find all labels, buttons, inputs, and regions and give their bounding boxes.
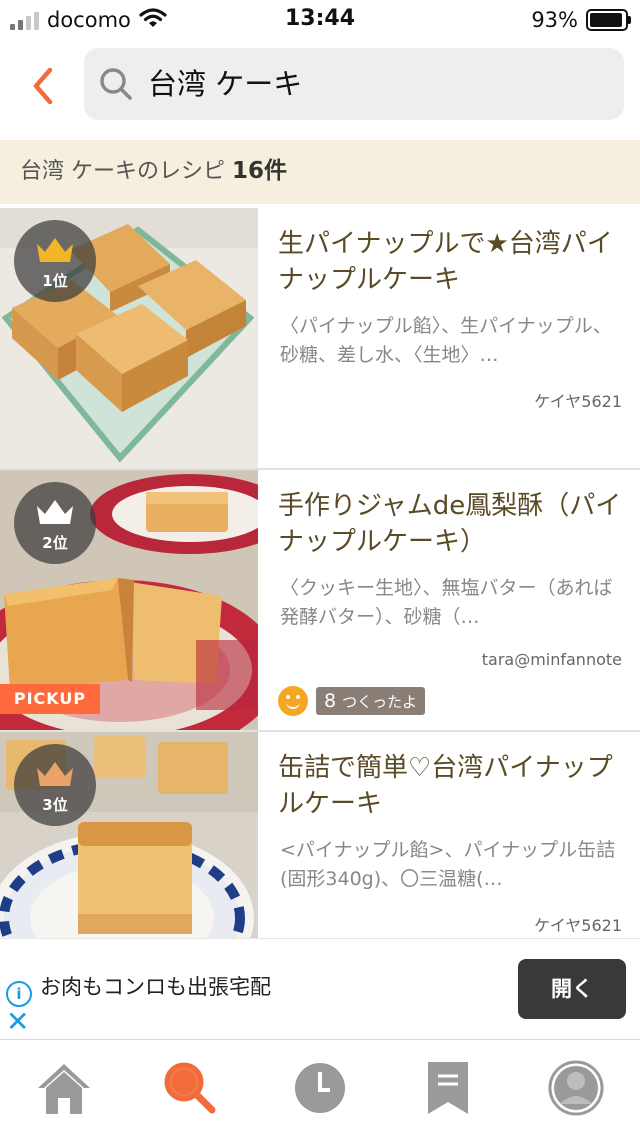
ad-banner[interactable]: i ✕ お肉もコンロも出張宅配 開く [0,938,640,1040]
recipe-list: 1位 生パイナップルで★台湾パイナップルケーキ 〈パイナップル餡〉、生パイナップ… [0,208,640,994]
recipe-title[interactable]: 手作りジャムde鳳梨酥（パイナップルケーキ） [278,488,626,560]
tab-history[interactable] [290,1058,350,1118]
search-icon [164,1062,216,1114]
rank-badge: 3位 [14,744,96,826]
result-count-bar: 台湾 ケーキのレシピ 16件 [0,140,640,204]
rank-badge: 2位 [14,482,96,564]
tsukuretayo-label: つくったよ [342,693,418,711]
search-header: 台湾 ケーキ [0,40,640,140]
bookmark-icon [428,1062,468,1114]
recipe-item[interactable]: 1位 生パイナップルで★台湾パイナップルケーキ 〈パイナップル餡〉、生パイナップ… [0,208,640,470]
smile-icon [278,686,308,716]
status-bar: docomo 13:44 93% [0,0,640,40]
battery-status: 93% [531,8,631,32]
recipe-author: ケイヤ5621 [534,392,622,411]
tab-profile[interactable] [546,1058,606,1118]
ad-open-button[interactable]: 開く [518,959,626,1019]
search-query[interactable]: 台湾 ケーキ [148,48,302,120]
crown-icon [37,238,73,262]
crown-icon [37,762,73,786]
recipe-title[interactable]: 生パイナップルで★台湾パイナップルケーキ [278,226,626,298]
history-icon [295,1063,345,1113]
search-icon [100,68,132,100]
recipe-photo[interactable]: 2位 PICKUP [0,470,258,730]
pickup-badge: PICKUP [0,684,100,714]
tsukuretayo-badge: 8 つくったよ [316,687,426,715]
tab-bookmarks[interactable] [418,1058,478,1118]
ad-info-icon[interactable]: i [6,981,32,1007]
crown-icon [37,500,73,524]
recipe-title[interactable]: 缶詰で簡単♡台湾パイナップルケーキ [278,750,626,822]
tab-bar [0,1040,640,1136]
recipe-photo[interactable]: 1位 [0,208,258,468]
ad-text: お肉もコンロも出張宅配 [40,975,271,999]
tab-search[interactable] [160,1058,220,1118]
recipe-ingredients: 〈パイナップル餡〉、生パイナップル、砂糖、差し水、〈生地〉… [280,315,612,366]
rank-label: 2位 [42,534,68,552]
battery-percent: 93% [531,8,578,32]
recipe-author: tara@minfannote [481,650,622,669]
tsukuretayo-count: 8 [324,690,337,712]
back-button[interactable] [24,62,64,110]
home-icon [38,1064,90,1114]
profile-icon [548,1060,604,1116]
rank-label: 1位 [42,272,68,290]
result-label: 台湾 ケーキのレシピ [20,159,225,184]
chevron-left-icon [33,67,53,105]
recipe-item[interactable]: 2位 PICKUP 手作りジャムde鳳梨酥（パイナップルケーキ） 〈クッキー生地… [0,470,640,732]
search-input[interactable]: 台湾 ケーキ [84,48,624,120]
recipe-ingredients: 〈クッキー生地〉、無塩バター（あれば発酵バター）、砂糖（… [280,577,613,628]
result-summary: 台湾 ケーキのレシピ 16件 [20,140,287,203]
rank-label: 3位 [42,796,68,814]
tsukuretayo-indicator[interactable]: 8 つくったよ [278,686,426,716]
ad-close-icon[interactable]: ✕ [6,1008,29,1036]
rank-badge: 1位 [14,220,96,302]
recipe-ingredients: <パイナップル餡>、パイナップル缶詰(固形340g)、〇三温糖(… [280,839,616,890]
tab-home[interactable] [34,1058,94,1118]
recipe-author: ケイヤ5621 [534,916,622,935]
result-count: 16件 [232,158,288,184]
battery-icon [586,9,631,31]
